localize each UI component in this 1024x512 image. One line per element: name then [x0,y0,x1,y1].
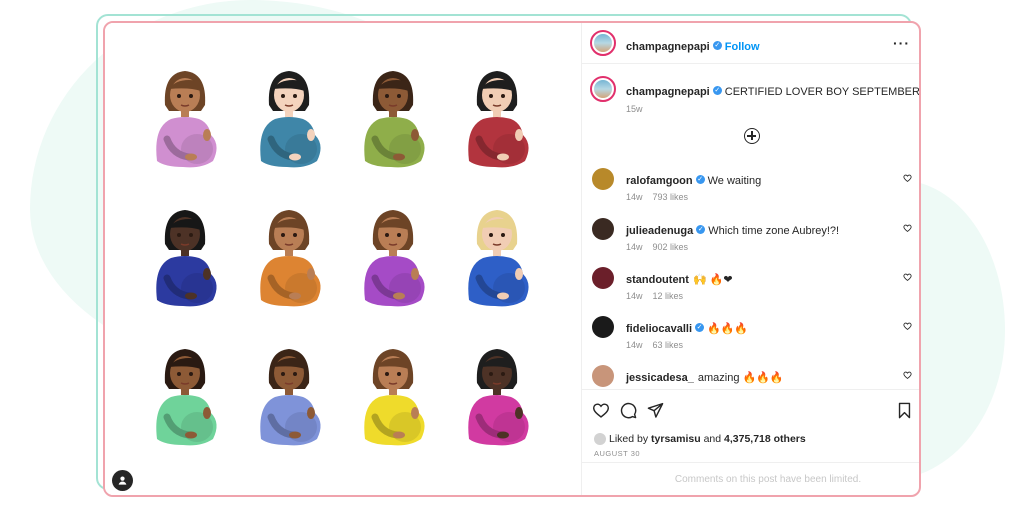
pregnant-woman-emoji [357,65,429,175]
comment-likes[interactable]: 902 likes [653,242,689,252]
post-actions: Liked by tyrsamisu and 4,375,718 others … [582,389,919,495]
comment-username[interactable]: fideliocavalli [626,323,692,335]
commenter-avatar[interactable] [592,316,614,338]
caption-text: CERTIFIED LOVER BOY SEPTEMBER 3 [724,86,921,98]
comment-text: amazing 🔥🔥🔥 [697,372,784,384]
liked-by-label: Liked by [609,433,649,445]
comment-likes[interactable]: 793 likes [653,192,689,202]
instagram-post-card: champagnepapi ✓ Follow ··· champagnepapi ✓ C… [103,21,921,497]
comment-text: We waiting [707,175,762,187]
pregnant-woman-emoji [149,343,221,453]
comment-age: 14w [626,340,643,350]
heart-icon[interactable] [903,322,912,330]
comment-username[interactable]: ralofamgoon [626,175,693,187]
heart-icon[interactable] [903,224,912,232]
share-icon[interactable] [647,402,664,418]
comment-likes[interactable]: 63 likes [653,340,684,350]
verified-badge-icon: ✓ [696,224,706,234]
verified-badge-icon: ✓ [712,85,722,95]
pregnant-woman-emoji [461,65,533,175]
caption-age: 15w [626,104,643,114]
liked-by-user[interactable]: tyrsamisu [651,433,701,445]
author-avatar[interactable] [590,30,616,56]
commenter-avatar[interactable] [592,168,614,190]
comments-limited-notice: Comments on this post have been limited. [582,462,919,495]
pregnant-woman-emoji [253,65,325,175]
add-circle-icon[interactable] [744,128,760,144]
like-count[interactable]: 4,375,718 others [724,433,806,445]
comment-text: 🙌 🔥❤ [692,274,733,286]
commenter-avatar[interactable] [592,267,614,289]
pregnant-woman-emoji [149,65,221,175]
liker-avatar[interactable] [594,433,606,446]
pregnant-woman-emoji [357,204,429,314]
verified-badge-icon: ✓ [712,40,722,50]
pregnant-woman-emoji [149,204,221,314]
liked-by-and: and [703,433,722,445]
comment-age: 14w [626,242,643,252]
author-username[interactable]: champagnepapi [626,41,710,53]
comment-row: standoutent 🙌 🔥❤ 14w 12 likes [582,265,919,315]
author-avatar[interactable] [590,76,616,102]
heart-icon[interactable] [592,402,610,418]
bookmark-icon[interactable] [898,402,911,419]
heart-icon[interactable] [903,273,912,281]
comment-likes[interactable]: 12 likes [653,291,684,301]
comment-icon[interactable] [620,402,637,419]
post-header: champagnepapi ✓ Follow ··· [582,23,919,64]
post-image[interactable] [105,23,581,495]
likes-summary: Liked by tyrsamisu and 4,375,718 others [594,433,806,446]
pregnant-woman-emoji [461,204,533,314]
comment-age: 14w [626,291,643,301]
comment-age: 14w [626,192,643,202]
comment-row: fideliocavalli ✓ 🔥🔥🔥 14w 63 likes [582,314,919,364]
comment-row: ralofamgoon ✓ We waiting 14w 793 likes [582,166,919,216]
comment-text: 🔥🔥🔥 [707,323,749,335]
pregnant-woman-emoji [253,343,325,453]
follow-button[interactable]: Follow [725,41,760,53]
pregnant-woman-emoji [461,343,533,453]
caption-username[interactable]: champagnepapi [626,86,710,98]
pregnant-woman-emoji [357,343,429,453]
comment-username[interactable]: julieadenuga [626,225,693,237]
pregnant-woman-emoji [253,204,325,314]
user-tag-icon[interactable] [112,470,133,491]
heart-icon[interactable] [903,371,912,379]
verified-badge-icon: ✓ [695,322,705,332]
comment-text: Which time zone Aubrey!?! [708,225,840,237]
post-sidebar: champagnepapi ✓ Follow ··· champagnepapi ✓ C… [581,23,921,495]
more-options-icon[interactable]: ··· [893,35,910,51]
heart-icon[interactable] [903,174,912,182]
comment-username[interactable]: jessicadesa_ [626,372,694,384]
commenter-avatar[interactable] [592,218,614,240]
commenter-avatar[interactable] [592,365,614,387]
post-date: AUGUST 30 [594,449,641,458]
comment-row: julieadenuga ✓ Which time zone Aubrey!?! 14… [582,216,919,266]
verified-badge-icon: ✓ [695,174,705,184]
comment-username[interactable]: standoutent [626,274,689,286]
